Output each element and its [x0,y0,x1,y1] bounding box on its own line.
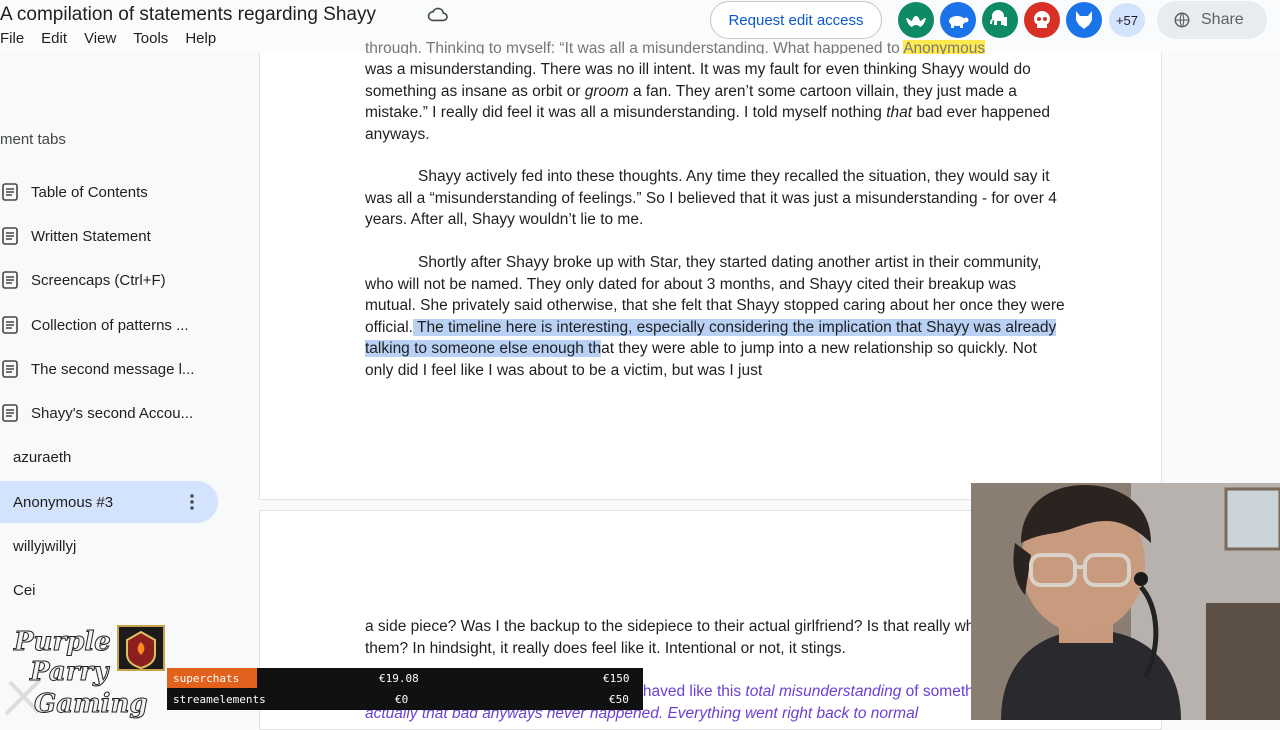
paragraph[interactable]: Shortly after Shayy broke up with Star, … [365,252,1065,381]
sidebar-item-second-account[interactable]: Shayy's second Accou... [0,392,218,434]
avatar[interactable] [940,2,976,38]
sidebar-item-screencaps[interactable]: Screencaps (Ctrl+F) [0,259,218,301]
highlighted-name: Anonymous [903,40,986,54]
menu-view[interactable]: View [84,30,116,47]
avatar[interactable] [1066,2,1102,38]
bar-goal: €150 [603,671,630,685]
sidebar-item-label: willyjwillyj [13,537,77,555]
avatar[interactable] [1024,2,1060,38]
sidebar-item-cei[interactable]: Cei [0,569,218,611]
more-options-icon[interactable] [190,493,194,511]
text-run: through. Thinking to myself: “It was all… [365,40,900,54]
paragraph[interactable]: was a misunderstanding. There was no ill… [365,59,1065,145]
channel-logo: Purple Parry Gaming [0,620,168,720]
sidebar-item-label: Shayy's second Accou... [31,404,194,422]
paragraph[interactable]: Shayy actively fed into these thoughts. … [365,166,1065,231]
sidebar-item-table-of-contents[interactable]: Table of Contents [0,171,218,213]
document-icon [2,271,18,289]
cloud-saved-icon[interactable] [427,6,449,24]
superchats-bar: superchats €19.08 €150 [167,668,643,688]
bar-current: €19.08 [379,671,419,685]
menu-edit[interactable]: Edit [41,30,67,47]
document-icon [2,404,18,422]
sidebar-item-label: Table of Contents [31,183,148,201]
document-icon [2,227,18,245]
svg-text:Parry: Parry [29,657,110,687]
sidebar-item-written-statement[interactable]: Written Statement [0,215,218,257]
svg-text:Purple: Purple [13,627,111,657]
globe-icon [1174,12,1190,28]
menu-help[interactable]: Help [185,30,216,47]
sidebar-item-azuraeth[interactable]: azuraeth [0,436,218,478]
avatar[interactable] [898,2,934,38]
sidebar-item-label: azuraeth [13,448,72,466]
menu-bar: File Edit View Tools Help [0,30,233,47]
document-icon [2,183,18,201]
sidebar-item-label: Anonymous #3 [13,493,114,511]
skull-icon [1034,11,1050,28]
turtle-icon [949,16,969,28]
sidebar-item-collection-of-patterns[interactable]: Collection of patterns ... [0,304,218,346]
bar-label: streamelements [173,692,266,706]
paragraph-cut-off[interactable]: through. Thinking to myself: “It was all… [365,38,1065,54]
purple-parry-gaming-logo: Purple Parry Gaming [4,625,165,720]
paragraph[interactable]: a side piece? Was I the backup to the si… [365,616,1065,659]
sidebar-item-second-message[interactable]: The second message l... [0,348,218,390]
menu-file[interactable]: File [0,30,24,47]
collaborator-avatars [898,2,1102,38]
italic-text: total misunderstanding [745,683,902,700]
menu-tools[interactable]: Tools [133,30,168,47]
sidebar-item-anonymous-3[interactable]: Anonymous #3 [0,481,218,523]
svg-text:Gaming: Gaming [34,689,148,719]
sidebar-heading: ment tabs [0,131,66,148]
bat-icon [906,16,926,27]
document-icon [2,360,18,378]
share-label: Share [1201,11,1244,28]
document-title[interactable]: A compilation of statements regarding Sh… [0,4,376,26]
avatar[interactable] [982,2,1018,38]
streamelements-bar: streamelements €0 €50 [167,689,643,709]
sidebar-item-label: Cei [13,581,36,599]
more-collaborators-count[interactable]: +57 [1109,3,1145,37]
bar-goal: €50 [609,692,629,706]
italic-text: groom [584,82,629,100]
sidebar-item-label: Screencaps (Ctrl+F) [31,271,166,289]
share-button[interactable]: Share [1157,1,1267,39]
sidebar-item-willyjwillyj[interactable]: willyjwillyj [0,525,218,567]
bar-label: superchats [173,671,240,685]
webcam-feed [971,483,1280,720]
document-icon [2,316,18,334]
sidebar-item-label: Collection of patterns ... [31,316,189,334]
elephant-icon [990,10,1007,26]
wolf-icon [1076,11,1092,29]
italic-text: that [886,104,913,121]
bar-current: €0 [395,692,409,706]
donation-goal-bars: superchats €19.08 €150 streamelements €0… [167,668,643,710]
sidebar-item-label: The second message l... [31,360,195,378]
sidebar-item-label: Written Statement [31,227,151,245]
request-edit-access-button[interactable]: Request edit access [710,1,882,39]
streamer-webcam-image [971,483,1280,720]
